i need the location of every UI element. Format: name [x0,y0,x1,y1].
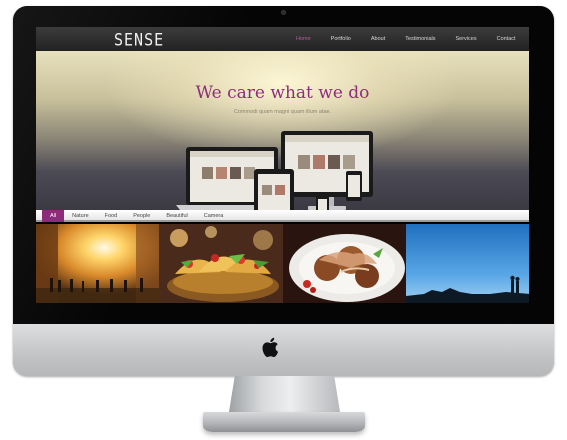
tacos-basket-photo[interactable] [159,224,283,303]
filter-camera[interactable]: Camera [196,210,232,222]
nav-portfolio[interactable]: Portfolio [321,27,361,51]
filter-beautiful[interactable]: Beautiful [158,210,195,222]
filter-tabs: All Nature Food People Beautiful Camera [42,210,231,222]
hero-title: We care what we do [195,83,370,103]
site-navbar: SENSE Home Portfolio About Testimonials … [36,27,529,51]
nav-contact[interactable]: Contact [487,27,526,51]
nav-services[interactable]: Services [446,27,487,51]
filter-nature[interactable]: Nature [64,210,97,222]
filter-people[interactable]: People [125,210,158,222]
filter-food[interactable]: Food [97,210,126,222]
site-logo[interactable]: SENSE [114,30,164,50]
city-street-sunset-photo[interactable] [36,224,160,303]
monitor-stand-foot [203,412,365,432]
couple-silhouette-sky-photo[interactable] [405,224,529,303]
camera-icon [281,10,286,15]
portfolio-gallery [36,224,529,303]
nav-about[interactable]: About [361,27,395,51]
screen: SENSE Home Portfolio About Testimonials … [36,27,529,303]
nav-menu: Home Portfolio About Testimonials Servic… [286,27,526,51]
hero-section: We care what we do Commodi quam magni qu… [36,51,529,222]
filter-all[interactable]: All [42,210,65,222]
takoyaki-plate-photo[interactable] [282,224,406,303]
hero-subtitle: Commodi quam magni quam illum atae. [233,109,332,115]
apple-icon [262,337,279,358]
nav-home[interactable]: Home [286,27,321,51]
filter-bar: All Nature Food People Beautiful Camera [36,210,529,222]
nav-testimonials[interactable]: Testimonials [395,27,445,51]
